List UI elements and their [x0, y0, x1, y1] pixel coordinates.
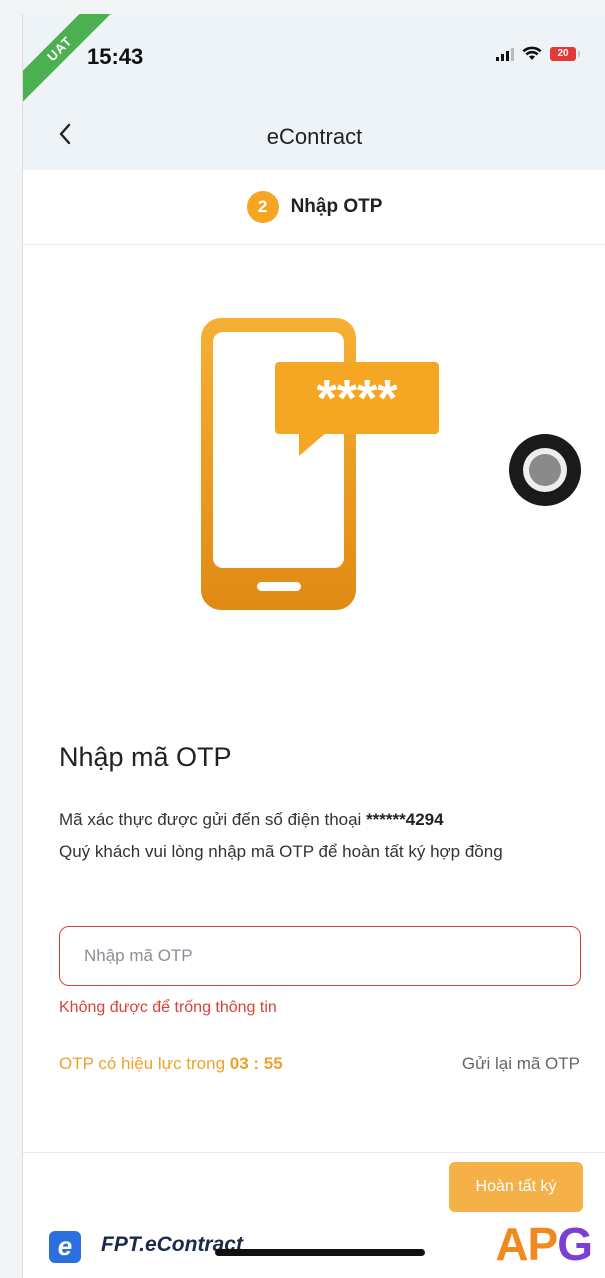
otp-description: Mã xác thực được gửi đến số điện thoại *… [59, 804, 589, 868]
footer-divider [23, 1152, 605, 1153]
screenshot-frame: UAT 15:43 20 eContract 2 Nhập OTP **** N… [0, 0, 605, 1278]
masked-phone: ******4294 [366, 810, 444, 829]
desc-line2: Quý khách vui lòng nhập mã OTP để hoàn t… [59, 842, 503, 861]
assistive-touch-button[interactable] [509, 434, 581, 506]
apg-logo-g: G [557, 1218, 593, 1270]
timer-label: OTP có hiệu lực trong [59, 1054, 230, 1073]
apg-logo: APG [495, 1217, 593, 1271]
finish-signing-button[interactable]: Hoàn tất ký [449, 1162, 583, 1212]
otp-error-message: Không được để trống thông tin [59, 999, 277, 1016]
timer-countdown: 03 : 55 [229, 1054, 283, 1073]
battery-icon: 20 [550, 47, 580, 61]
apg-logo-ap: AP [495, 1218, 558, 1270]
otp-timer: OTP có hiệu lực trong 03 : 55 [59, 1054, 283, 1074]
cellular-signal-icon [496, 47, 514, 61]
fpt-econtract-logo-icon: e [49, 1231, 81, 1263]
status-time: 15:43 [87, 44, 144, 69]
otp-input[interactable] [59, 926, 581, 986]
desc-line1: Mã xác thực được gửi đến số điện thoại [59, 810, 367, 829]
step-number-badge: 2 [246, 191, 279, 223]
otp-heading: Nhập mã OTP [59, 742, 232, 772]
wifi-icon [522, 46, 542, 60]
resend-otp-link[interactable]: Gửi lại mã OTP [462, 1054, 580, 1074]
phone-otp-illustration: **** [201, 318, 439, 610]
otp-bubble-text: **** [317, 370, 399, 428]
page-title: eContract [266, 124, 363, 149]
home-indicator[interactable] [215, 1249, 425, 1256]
status-bar: UAT 15:43 20 [23, 14, 605, 110]
step-label: Nhập OTP [290, 196, 383, 217]
step-indicator: 2 Nhập OTP [23, 170, 605, 245]
status-icons: 20 [496, 46, 580, 62]
nav-bar: eContract [23, 104, 605, 170]
branding-footer: e FPT.eContract APG [23, 1217, 605, 1278]
phone-screen: UAT 15:43 20 eContract 2 Nhập OTP **** N… [22, 14, 605, 1278]
